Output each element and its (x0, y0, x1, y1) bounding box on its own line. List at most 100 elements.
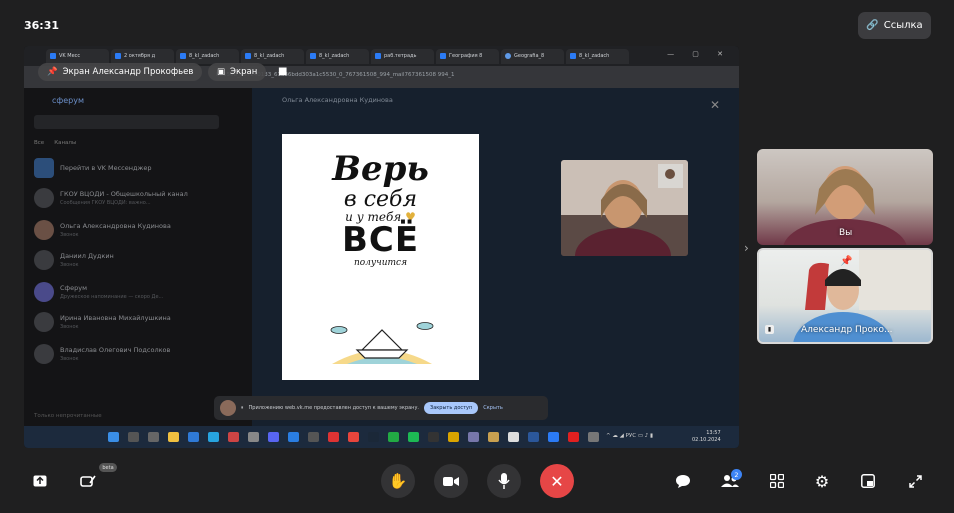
chrome-icon (348, 432, 359, 442)
participant-tile-self[interactable]: Вы (757, 149, 933, 245)
poster-line: в себя (343, 186, 418, 212)
raise-hand-button[interactable]: ✋ (381, 464, 415, 498)
pin-icon: 📌 (47, 67, 58, 77)
settings-button[interactable]: ⚙ (810, 469, 834, 493)
shared-screen: VK Месс 2 октября д 8_kl_zadach 8_kl_zad… (24, 46, 739, 448)
steam-icon (368, 432, 379, 442)
pause-icon: ⏸ (241, 405, 244, 411)
list-item: Владислав Олегович Подсолков Звонок (34, 342, 239, 366)
avatar (34, 312, 54, 332)
layout-grid-button[interactable] (765, 469, 789, 493)
browser-tab: География 8 (436, 48, 499, 64)
notification-text: Приложению web.vk.me предоставлен доступ… (248, 405, 420, 411)
vk-icon (34, 158, 54, 178)
browser-tab: 8_kl_zadach (176, 48, 239, 64)
link-button-label: Ссылка (883, 20, 923, 31)
app-icon (228, 432, 239, 442)
gear-icon: ⚙ (814, 471, 830, 491)
link-button[interactable]: 🔗 Ссылка (858, 12, 931, 39)
effects-button[interactable] (76, 469, 100, 493)
screen-share-notification: ⏸ Приложению web.vk.me предоставлен дост… (214, 396, 548, 420)
app-icon (388, 432, 399, 442)
screen-icon: ▣ (217, 67, 226, 77)
end-call-button[interactable]: ✕ (540, 464, 574, 498)
app-icon (328, 432, 339, 442)
close-icon[interactable]: ✕ (710, 98, 720, 112)
list-item: ГКОУ ВЦОДИ - Общешкольный канал Сообщения… (34, 186, 239, 210)
chat-header: Ольга Александровна Кудинова (282, 96, 393, 104)
beta-badge: beta (99, 463, 117, 472)
participants-count-badge: 2 (731, 469, 742, 480)
close-access-button[interactable]: Закрыть доступ (424, 402, 479, 414)
upload-icon (33, 475, 47, 487)
avatar (220, 400, 236, 416)
app-icon (308, 432, 319, 442)
poster-line: ВСЁ (341, 220, 420, 261)
avatar (34, 344, 54, 364)
doc-icon (245, 53, 251, 59)
link-icon: 🔗 (866, 20, 879, 31)
grid-icon (770, 474, 784, 488)
pin-icon: 📌 (840, 256, 853, 267)
participant-name: Вы (839, 228, 853, 238)
browser-tab: VK Месс (46, 48, 109, 64)
folder-icon (168, 432, 179, 442)
edge-icon (208, 432, 219, 442)
list-item: Ирина Ивановна Михайлушкина Звонок (34, 310, 239, 334)
pip-icon (861, 474, 875, 488)
app-icon (508, 432, 519, 442)
screen-pill[interactable]: ▣ Экран (208, 63, 267, 81)
pdf-icon (568, 432, 579, 442)
hide-button[interactable]: Скрыть (483, 405, 503, 411)
vk-icon (50, 53, 56, 59)
discord-icon (268, 432, 279, 442)
screen-label: Экран (230, 67, 258, 77)
windows-taskbar: ^ ☁ ◢ РУС ▭ ♪ ▮ 13:57 02.10.2024 (24, 426, 739, 448)
avatar (34, 188, 54, 208)
presenter-pill[interactable]: 📌 Экран Александр Прокофьев (38, 63, 203, 81)
doc-icon (115, 53, 121, 59)
list-item: Ольга Александровна Кудинова Звонок (34, 218, 239, 242)
avatar (34, 220, 54, 240)
sidebar-search (34, 115, 219, 129)
doc-icon (375, 53, 381, 59)
fullscreen-button[interactable] (903, 469, 927, 493)
taskbar-clock: 13:57 02.10.2024 (692, 430, 721, 443)
unread-only-toggle: Только непрочитанные (34, 413, 102, 419)
sidebar-filters: Все Каналы (34, 140, 77, 146)
doc-icon (570, 53, 576, 59)
vk-icon (548, 432, 559, 442)
mail-icon (188, 432, 199, 442)
chat-button[interactable] (671, 469, 695, 493)
person-video (561, 160, 688, 256)
hand-icon: ✋ (388, 472, 408, 490)
doc-icon (310, 53, 316, 59)
video-camera-icon (443, 476, 459, 486)
doc-icon (180, 53, 186, 59)
taskview-icon (148, 432, 159, 442)
app-icon (428, 432, 439, 442)
call-timer: 36:31 (24, 19, 60, 32)
camera-icon[interactable]: ■ (278, 66, 287, 77)
browser-tab: 8_kl_zadach (306, 48, 369, 64)
browser-tab: раб.тетрадь (371, 48, 434, 64)
camera-button[interactable] (434, 464, 468, 498)
globe-icon (505, 53, 511, 59)
presenter-label: Экран Александр Прокофьев (62, 67, 194, 77)
edge-icon (288, 432, 299, 442)
close-icon: ✕ (550, 471, 564, 491)
gear-icon (588, 432, 599, 442)
list-item: Сферум Дружеское напоминание — скоро Де..… (34, 280, 239, 304)
chevron-right-icon[interactable]: › (744, 241, 749, 255)
doc-icon (440, 53, 446, 59)
microphone-button[interactable] (487, 464, 521, 498)
screen-share-badge: ▮ (765, 325, 774, 334)
browser-tab: 8_kl_zadach (241, 48, 304, 64)
expand-icon (908, 474, 922, 488)
chat-icon (676, 475, 690, 488)
picture-in-picture-button[interactable] (856, 469, 880, 493)
vk-sidebar: сферум Все Каналы Перейти в VK Мессенджер… (24, 88, 252, 426)
poster-line: получится (353, 258, 408, 269)
sferum-logo: сферум (52, 96, 85, 105)
share-screen-button[interactable] (28, 469, 52, 493)
